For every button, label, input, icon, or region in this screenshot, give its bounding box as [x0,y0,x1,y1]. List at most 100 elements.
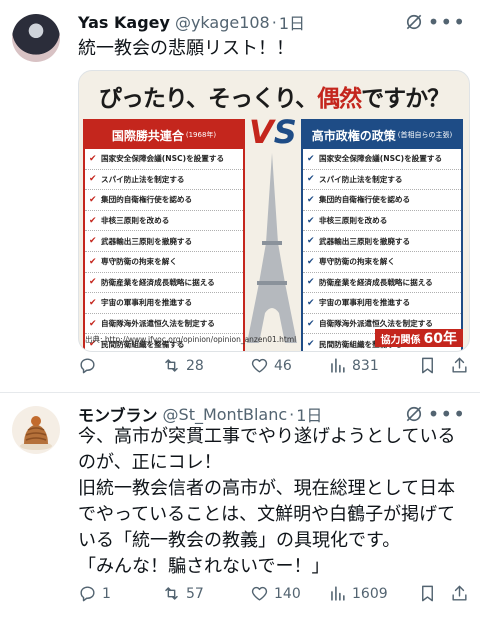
item-text: 武器輸出三原則を撤廃する [319,236,411,246]
bookmark-icon [422,585,433,602]
author-name[interactable]: モンブラン [78,402,158,426]
check-icon: ✔ [89,215,97,226]
retweet-count: 28 [186,357,204,374]
share-button[interactable] [450,356,474,375]
tweet-actions: 1 57 140 1609 [78,584,470,608]
views-chart-icon [331,358,345,373]
tweet-text-line: 「みんな！騙されないでー！」 [78,556,330,577]
item-text: 集団的自衛権行使を認める [319,195,411,205]
check-icon: ✔ [307,153,315,164]
right-column-takaichi-policy: 高市政権の政策 (首相自らの主張) ✔ 国家安全保障会議(NSC)を設置する ✔ スパ… [301,119,463,351]
reply-count: 1 [102,585,111,602]
left-heading-sub: (1968年) [185,131,217,139]
tweet-text: 今、高市が突貫工事でやり遂げようとしている のが、正にコレ！ 旧統一教会信者の高… [78,424,472,580]
left-column-unification-church: 国際勝共連合 (1968年) ✔ 国家安全保障会議(NSC)を設置する ✔ スパイ防止… [83,119,245,351]
tweet-text-line: 統一教会の悲願リスト！！ [78,38,294,59]
author-handle[interactable]: @ykage108 [175,13,270,32]
item-text: 防衛産業を経済成長戦略に据える [319,277,433,287]
views-button[interactable]: 831 [328,356,379,375]
item-text: 非核三原則を改める [319,216,388,226]
tweet-text-line: 今、高市が突貫工事でやり遂げようとしている [78,426,456,447]
bookmark-icon [422,357,433,374]
avatar[interactable] [12,406,60,454]
heart-icon [251,586,268,601]
check-icon: ✔ [89,153,97,164]
right-list-item: ✔ 国家安全保障会議(NSC)を設置する [303,149,461,170]
right-list-item: ✔ 宇宙の軍事利用を推進する [303,293,461,314]
author-name[interactable]: Yas Kagey [78,13,170,32]
tweet-image[interactable]: ぴったり、そっくり、偶然ですか？ VS 国際勝共連合 (1968年) ✔ 国家安全保… [78,70,470,352]
item-text: 専守防衛の拘束を解く [101,257,177,267]
tweet-text-line: 旧統一教会信者の高市が、現在総理として日本 [78,478,456,499]
tweet-text-line: でやっていることは、文鮮明や白鶴子が掲げて [78,504,456,525]
share-icon [452,585,467,601]
right-list-item: ✔ 防衛産業を経済成長戦略に据える [303,273,461,294]
avatar[interactable] [12,14,60,62]
more-options-icon[interactable]: ••• [428,402,466,426]
item-text: 非核三原則を改める [101,216,170,226]
views-chart-icon [331,586,345,601]
tweet-text-line: のが、正にコレ！ [78,452,222,473]
timestamp[interactable]: 1日 [296,402,322,426]
check-icon: ✔ [89,318,97,329]
share-button[interactable] [450,584,474,603]
tweet-1[interactable]: Yas Kagey @ykage108 · 1日 ••• 統一教会の悲願リスト！… [0,0,480,392]
retweet-count: 57 [186,585,204,602]
bookmark-button[interactable] [418,584,442,603]
reply-button[interactable] [78,356,102,375]
tweet-text: 統一教会の悲願リスト！！ [78,36,294,62]
like-count: 46 [274,357,292,374]
tweet-2[interactable]: モンブラン @St_MontBlanc · 1日 ••• 今、高市が突貫工事でや… [0,392,480,619]
check-icon: ✔ [89,174,97,185]
right-list-item: ✔ 武器輸出三原則を撤廃する [303,231,461,252]
headline-emphasis: 偶然 [317,86,362,112]
left-column-heading: 国際勝共連合 (1968年) [85,121,243,149]
check-icon: ✔ [89,277,97,288]
more-options-icon[interactable]: ••• [428,10,466,34]
view-count: 831 [352,357,379,374]
retweet-icon [165,587,178,600]
tweet-actions: 28 46 831 [78,356,470,380]
item-text: 自衛隊海外派遣恒久法を制定する [319,319,433,329]
item-text: 武器輸出三原則を撤廃する [101,236,193,246]
right-list-item: ✔ 専守防衛の拘束を解く [303,252,461,273]
grok-icon[interactable] [404,404,424,424]
like-button[interactable]: 140 [250,584,301,603]
check-icon: ✔ [89,297,97,308]
left-list-item: ✔ 武器輸出三原則を撤廃する [85,231,243,252]
image-source-caption: 出典: http://www.ifvoc.org/opinion/opinion… [85,335,297,344]
separator-dot: · [271,12,277,32]
item-text: 国家安全保障会議(NSC)を設置する [319,154,443,164]
retweet-button[interactable]: 57 [162,584,204,603]
author-handle[interactable]: @St_MontBlanc [163,405,288,424]
left-heading-text: 国際勝共連合 [111,128,184,143]
views-button[interactable]: 1609 [328,584,388,603]
reply-button[interactable]: 1 [78,584,111,603]
right-heading-sub: (首相自らの主張) [397,131,453,139]
check-icon: ✔ [89,256,97,267]
vs-s: S [273,113,297,151]
item-text: 集団的自衛権行使を認める [101,195,193,205]
left-list-item: ✔ 専守防衛の拘束を解く [85,252,243,273]
item-text: 自衛隊海外派遣恒久法を制定する [101,319,215,329]
tweet-header: Yas Kagey @ykage108 · 1日 [78,10,305,34]
separator-dot: · [289,404,295,424]
grok-icon[interactable] [404,12,424,32]
right-heading-text: 高市政権の政策 [311,128,396,143]
badge-label: 協力関係 [380,334,421,346]
left-list-item: ✔ 宇宙の軍事利用を推進する [85,293,243,314]
check-icon: ✔ [307,318,315,329]
left-list-item: ✔ 集団的自衛権行使を認める [85,190,243,211]
check-icon: ✔ [89,194,97,205]
share-icon [452,357,467,373]
right-list-item: ✔ スパイ防止法を制定する [303,170,461,191]
bookmark-button[interactable] [418,356,442,375]
item-text: スパイ防止法を制定する [101,174,185,184]
item-text: 宇宙の軍事利用を推進する [319,298,411,308]
retweet-button[interactable]: 28 [162,356,204,375]
timestamp[interactable]: 1日 [279,10,305,34]
headline-part: ぴったり、そっくり、 [98,86,318,112]
check-icon: ✔ [307,215,315,226]
left-list-item: ✔ 自衛隊海外派遣恒久法を制定する [85,314,243,335]
like-button[interactable]: 46 [250,356,292,375]
